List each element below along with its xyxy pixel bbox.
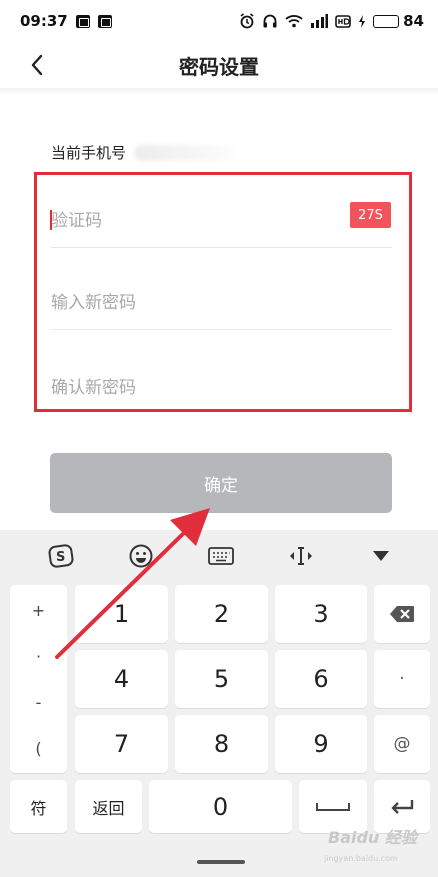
collapse-triangle-icon[interactable]: [366, 542, 396, 570]
space-icon: [316, 802, 350, 811]
confirm-password-placeholder: 确认新密码: [51, 377, 136, 398]
status-time: 09:37: [20, 12, 68, 30]
key-dot[interactable]: ·: [374, 650, 430, 708]
chevron-left-icon: [31, 54, 43, 76]
headphones-icon: [263, 14, 277, 28]
nav-divider: [0, 88, 438, 96]
key-0[interactable]: 0: [149, 780, 292, 833]
key-6[interactable]: 6: [275, 650, 367, 708]
home-indicator[interactable]: [197, 860, 245, 864]
verification-code-field[interactable]: 验证码 27S: [50, 190, 392, 248]
symbol-column[interactable]: + · - (: [10, 585, 67, 773]
key-7[interactable]: 7: [75, 715, 168, 773]
symbol-switch-key[interactable]: 符: [10, 780, 67, 833]
svg-text:S: S: [56, 550, 65, 565]
phone-label: 当前手机号: [51, 144, 127, 162]
confirm-password-field[interactable]: 确认新密码: [51, 356, 392, 414]
symbol-dot[interactable]: ·: [10, 641, 67, 671]
new-password-placeholder: 输入新密码: [51, 293, 136, 313]
text-cursor: [50, 210, 52, 230]
keyboard-icon[interactable]: [206, 542, 236, 570]
watermark-main: Baidu 经验: [328, 828, 417, 847]
back-button[interactable]: [22, 50, 52, 80]
enter-icon: [391, 799, 414, 814]
signal-icon: [311, 14, 329, 28]
sogou-logo-icon[interactable]: S: [46, 542, 76, 570]
verification-code-placeholder: 验证码: [51, 211, 102, 231]
battery-percent: 84: [403, 12, 424, 30]
return-key[interactable]: 返回: [75, 780, 142, 833]
app-notification-icon-2: [97, 14, 112, 28]
page-title: 密码设置: [179, 54, 259, 79]
key-1[interactable]: 1: [75, 585, 168, 643]
backspace-icon: [390, 606, 414, 622]
emoji-icon[interactable]: [126, 542, 156, 570]
charging-icon: [359, 14, 366, 28]
nav-bar: 密码设置: [0, 42, 438, 88]
battery-icon: [373, 14, 400, 28]
cursor-move-icon[interactable]: [286, 542, 316, 570]
key-8[interactable]: 8: [175, 715, 268, 773]
symbol-minus[interactable]: -: [10, 687, 67, 717]
key-3[interactable]: 3: [275, 585, 367, 643]
phone-number-redacted: [134, 144, 245, 161]
battery-indicator: 84: [373, 12, 424, 30]
symbol-paren[interactable]: (: [10, 733, 67, 763]
symbol-plus[interactable]: +: [10, 595, 67, 625]
key-9[interactable]: 9: [275, 715, 367, 773]
wifi-icon: [285, 15, 303, 28]
key-at[interactable]: @: [374, 715, 430, 773]
app-notification-icon: [75, 14, 90, 28]
key-5[interactable]: 5: [175, 650, 268, 708]
backspace-key[interactable]: [374, 585, 430, 643]
key-4[interactable]: 4: [75, 650, 168, 708]
countdown-badge: 27S: [350, 202, 391, 228]
hd-signal-icon: [335, 15, 351, 28]
new-password-field[interactable]: 输入新密码: [51, 272, 392, 330]
alarm-icon: [240, 13, 254, 29]
watermark: Baidu 经验 jingyan.baidu.com: [318, 820, 433, 868]
watermark-sub: jingyan.baidu.com: [324, 854, 398, 863]
key-2[interactable]: 2: [175, 585, 268, 643]
keyboard-toolbar: S: [0, 530, 438, 582]
confirm-button[interactable]: 确定: [50, 453, 392, 513]
status-bar: 09:37 84: [0, 0, 438, 42]
current-phone-row: 当前手机号: [51, 142, 245, 163]
